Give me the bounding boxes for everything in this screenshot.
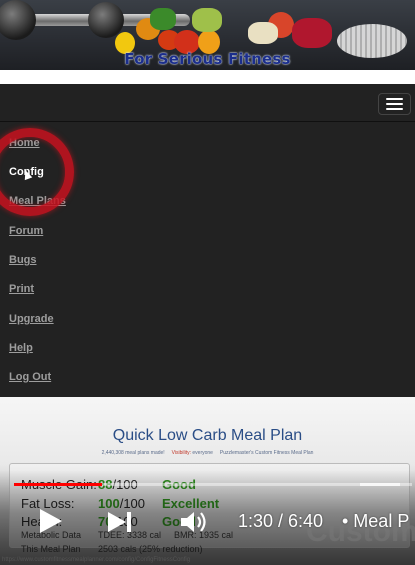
nav-item-help[interactable]: Help [9,342,33,354]
nav-item-forum[interactable]: Forum [9,225,43,237]
volume-icon[interactable] [178,508,208,536]
plan-author: Puzzlemaster's Custom Fitness Meal Plan [219,450,314,456]
hamburger-icon-line [386,98,403,100]
visibility-label: Visibility: [171,450,191,456]
video-progress-bar[interactable] [14,483,412,486]
plans-made-count: 2,440,308 meal plans made! [101,450,165,456]
navbar-toggle-button[interactable] [378,93,411,115]
next-icon[interactable] [106,510,134,534]
banner-tagline: For Serious Fitness [124,50,291,68]
nav-item-print[interactable]: Print [9,283,34,295]
hamburger-icon-line [386,108,403,110]
stat-value-fat-loss: 100/100 [98,496,145,511]
banner-spacer [0,70,415,84]
video-time: 1:30 / 6:40 [238,511,324,531]
stat-max: /100 [119,496,146,511]
header-banner: For Serious Fitness [0,0,415,70]
video-buffered-range [360,483,401,486]
play-icon[interactable] [40,509,62,533]
red-cloth-image [292,18,332,48]
video-title[interactable]: • Meal P [342,511,409,532]
weight-plate-image [0,0,36,40]
this-plan-label: This Meal Plan [21,544,81,554]
meal-plan-subtitle: 2,440,308 meal plans made! Visibility: e… [0,450,415,456]
nav-item-bugs[interactable]: Bugs [9,254,37,266]
cauliflower-image [192,8,222,32]
stat-score: 100 [98,496,120,511]
status-bar-url: https://www.customfitnessmealplanner.com… [2,557,191,563]
navbar [0,84,415,122]
nav-item-log-out[interactable]: Log Out [9,371,51,383]
nav-item-upgrade[interactable]: Upgrade [9,313,54,325]
video-played-range [14,483,102,486]
greens-image [150,8,176,30]
visibility-value: everyone [192,450,213,456]
bowl-image [248,22,278,44]
this-plan-value: 2503 cals (25% reduction) [98,544,203,554]
meal-plan-title: Quick Low Carb Meal Plan [112,427,303,444]
weight-plate-image [88,2,124,38]
hamburger-icon-line [386,103,403,105]
